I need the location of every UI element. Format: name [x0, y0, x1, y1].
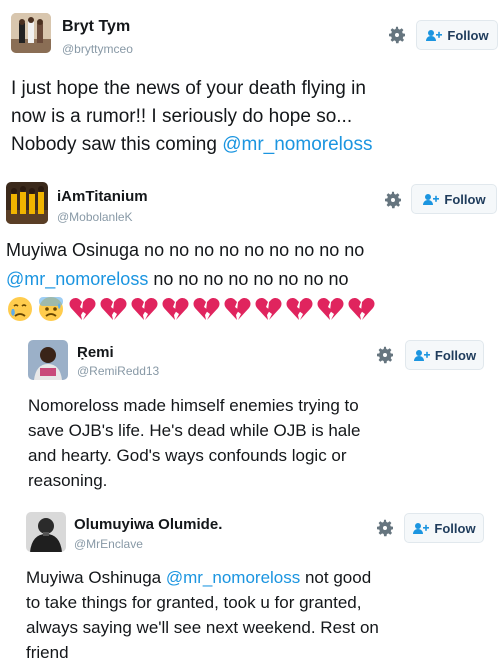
broken-heart-icon	[317, 297, 344, 320]
follow-label: Follow	[447, 27, 489, 43]
tweet-text-line: Nobody saw this coming @mr_nomoreloss	[11, 134, 372, 156]
tweet-bryt-tym: Bryt Tym @bryttymceo Follow I just hope …	[0, 0, 500, 170]
broken-heart-icon	[286, 297, 313, 320]
broken-heart-icon	[69, 297, 96, 320]
tweet-text-line: and hearty. God's ways confounds logic o…	[28, 446, 347, 465]
add-user-icon	[413, 522, 430, 534]
tweet-text-line: Muyiwa Osinuga no no no no no no no no n…	[6, 240, 365, 260]
follow-button[interactable]: Follow	[405, 340, 484, 370]
tweet-text-line: Muyiwa Oshinuga @mr_nomoreloss not good	[26, 568, 371, 588]
add-user-icon	[413, 349, 430, 361]
add-user-icon	[423, 193, 440, 205]
gear-icon[interactable]	[375, 518, 395, 538]
user-handle[interactable]: @bryttymceo	[62, 42, 133, 56]
gear-icon[interactable]	[375, 345, 395, 365]
avatar-image	[11, 13, 51, 53]
tweet-text: not good	[300, 568, 372, 587]
crying-face-icon	[8, 297, 32, 321]
tweet-text-line: friend	[26, 643, 69, 662]
tweet-text: Nobody saw this coming	[11, 134, 223, 155]
follow-label: Follow	[444, 191, 486, 207]
broken-heart-icon	[224, 297, 251, 320]
avatar-image	[28, 340, 68, 380]
gear-icon[interactable]	[387, 25, 407, 45]
tweet-iamtitanium: iAmTitanium @MobolanleK Follow Muyiwa Os…	[0, 172, 500, 332]
gear-icon[interactable]	[383, 190, 403, 210]
broken-heart-icon	[131, 297, 158, 320]
avatar[interactable]	[6, 182, 48, 224]
avatar-image	[6, 182, 48, 224]
anxious-face-icon	[39, 297, 63, 321]
display-name[interactable]: Ṛemi	[77, 344, 114, 361]
follow-button[interactable]: Follow	[416, 20, 498, 50]
tweet-olumuyiwa: Olumuyiwa Olumide. @MrEnclave Follow Muy…	[18, 504, 500, 667]
tweet-text-line: Nomoreloss made himself enemies trying t…	[28, 396, 359, 415]
tweet-text: no no no no no no no no	[148, 269, 349, 289]
tweet-text-line: I just hope the news of your death flyin…	[11, 78, 366, 99]
user-handle[interactable]: @RemiRedd13	[77, 364, 159, 378]
mention-link[interactable]: @mr_nomoreloss	[222, 134, 372, 155]
broken-heart-icon	[162, 297, 189, 320]
add-user-icon	[426, 29, 443, 41]
tweet-text-line: reasoning.	[28, 471, 108, 490]
follow-button[interactable]: Follow	[404, 513, 484, 543]
mention-link[interactable]: @mr_nomoreloss	[6, 269, 148, 289]
tweet-text-line: save OJB's life. He's dead while OJB is …	[28, 421, 361, 440]
tweet-text-line: @mr_nomoreloss no no no no no no no no	[6, 269, 349, 290]
follow-label: Follow	[434, 520, 476, 536]
broken-heart-icon	[255, 297, 282, 320]
tweet-remi: Ṛemi @RemiRedd13 Follow Nomoreloss made …	[18, 332, 500, 502]
user-handle[interactable]: @MrEnclave	[74, 537, 143, 551]
mention-link[interactable]: @mr_nomoreloss	[166, 568, 300, 587]
tweet-text-line: to take things for granted, took u for g…	[26, 593, 362, 612]
tweet-text: Muyiwa Oshinuga	[26, 568, 166, 587]
emoji-row	[6, 295, 375, 323]
user-handle[interactable]: @MobolanleK	[57, 210, 133, 224]
display-name[interactable]: iAmTitanium	[57, 188, 148, 205]
display-name[interactable]: Bryt Tym	[62, 18, 130, 36]
display-name[interactable]: Olumuyiwa Olumide.	[74, 516, 222, 533]
follow-label: Follow	[434, 347, 477, 363]
tweet-text-line: now is a rumor!! I seriously do hope so.…	[11, 106, 353, 127]
broken-heart-icon	[348, 297, 375, 320]
broken-heart-icon	[193, 297, 220, 320]
avatar[interactable]	[11, 13, 51, 53]
avatar-image	[26, 512, 66, 552]
avatar[interactable]	[26, 512, 66, 552]
tweet-text-line: always saying we'll see next weekend. Re…	[26, 618, 379, 637]
broken-heart-icon	[100, 297, 127, 320]
follow-button[interactable]: Follow	[411, 184, 497, 214]
avatar[interactable]	[28, 340, 68, 380]
